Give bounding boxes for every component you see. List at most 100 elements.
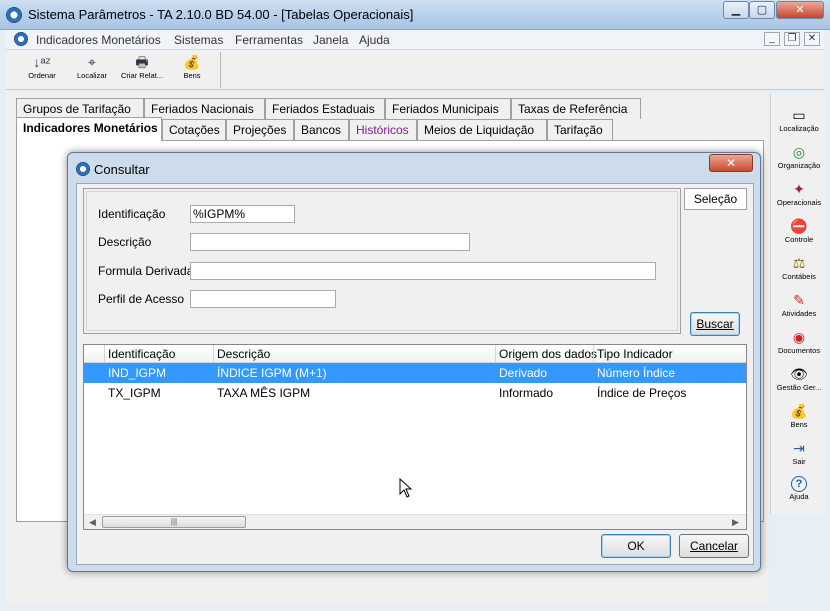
tab-cotacoes[interactable]: Cotações: [162, 119, 226, 140]
selection-panel: Identificação Descrição Formula Derivada…: [83, 188, 681, 334]
column-header-identificacao[interactable]: Identificação: [108, 347, 175, 361]
scrollbar-thumb[interactable]: |||: [102, 516, 246, 528]
table-row[interactable]: IND_IGPM ÍNDICE IGPM (M+1) Derivado Núme…: [84, 363, 746, 383]
side-organizacao-label: Organização: [777, 161, 821, 170]
dialog-client-area: Identificação Descrição Formula Derivada…: [76, 183, 754, 565]
side-ajuda-button[interactable]: ? Ajuda: [771, 476, 827, 510]
dialog-app-icon: [76, 162, 90, 176]
tab-meios-de-liquidacao[interactable]: Meios de Liquidação: [417, 119, 547, 140]
assets-button[interactable]: 💰 Bens: [170, 53, 214, 87]
grid-header: Identificação Descrição Origem dos dados…: [84, 345, 746, 363]
find-icon: ⌖: [88, 54, 96, 70]
window-title: Sistema Parâmetros - TA 2.10.0 BD 54.00 …: [28, 7, 414, 22]
ok-button[interactable]: OK: [601, 534, 671, 558]
tab-feriados-nacionais[interactable]: Feriados Nacionais: [144, 98, 265, 119]
create-report-label: Criar Relat...: [120, 71, 164, 80]
cell-origem: Derivado: [499, 366, 548, 380]
tab-feriados-estaduais[interactable]: Feriados Estaduais: [265, 98, 385, 119]
cancel-button[interactable]: Cancelar: [679, 534, 749, 558]
create-report-button[interactable]: 🖶 Criar Relat...: [120, 53, 164, 87]
activities-icon: ✎: [793, 292, 805, 308]
app-icon[interactable]: [6, 7, 22, 23]
side-organizacao-button[interactable]: ◎ Organização: [771, 143, 827, 177]
side-sair-label: Sair: [792, 457, 806, 466]
column-header-tipo-indicador[interactable]: Tipo Indicador: [597, 347, 673, 361]
control-icon: ⛔: [790, 218, 808, 234]
side-operacionais-label: Operacionais: [776, 198, 822, 207]
toolbar: ↓ᵃᶻ Ordenar ⌖ Localizar 🖶 Criar Relat...…: [6, 50, 824, 90]
formula-derivada-input[interactable]: [190, 262, 656, 280]
cancel-button-label: Cancelar: [689, 539, 739, 553]
side-atividades-button[interactable]: ✎ Atividades: [771, 291, 827, 325]
side-panel: ▭ Localização ◎ Organização ✦ Operaciona…: [770, 94, 826, 514]
side-documentos-button[interactable]: ◉ Documentos: [771, 328, 827, 362]
descricao-input[interactable]: [190, 233, 470, 251]
printer-icon: 🖶: [135, 54, 149, 70]
minimize-button[interactable]: ▁: [723, 1, 749, 19]
perfil-de-acesso-input[interactable]: [190, 290, 336, 308]
side-bens-button[interactable]: 💰 Bens: [771, 402, 827, 436]
side-controle-label: Controle: [784, 235, 814, 244]
menu-janela[interactable]: Janela: [313, 33, 348, 47]
management-icon: 👁: [790, 366, 808, 382]
location-icon: ▭: [792, 107, 806, 123]
tab-historicos[interactable]: Históricos: [349, 119, 417, 140]
results-grid: Identificação Descrição Origem dos dados…: [83, 344, 747, 530]
identificacao-input[interactable]: [190, 205, 295, 223]
side-operacionais-button[interactable]: ✦ Operacionais: [771, 180, 827, 214]
tab-taxas-de-referencia[interactable]: Taxas de Referência: [511, 98, 641, 119]
cell-tipo: Índice de Preços: [597, 386, 687, 400]
side-bens-label: Bens: [790, 420, 808, 429]
tab-indicadores-monetarios[interactable]: Indicadores Monetários: [16, 117, 162, 141]
find-button[interactable]: ⌖ Localizar: [70, 53, 114, 87]
side-contabeis-button[interactable]: ⚖ Contábeis: [771, 254, 827, 288]
organization-icon: ◎: [792, 144, 806, 160]
cell-descricao: ÍNDICE IGPM (M+1): [217, 366, 327, 380]
menu-bar: Indicadores Monetários Sistemas Ferramen…: [6, 30, 824, 50]
exit-icon: ⇥: [793, 440, 805, 456]
mdi-minimize-button[interactable]: _: [764, 32, 780, 46]
horizontal-scrollbar[interactable]: ◀ ||| ▶: [84, 514, 746, 529]
tab-tarifacao[interactable]: Tarifação: [547, 119, 613, 140]
side-localizacao-button[interactable]: ▭ Localização: [771, 106, 827, 140]
find-label: Localizar: [76, 71, 107, 80]
column-header-descricao[interactable]: Descrição: [217, 347, 270, 361]
tab-projecoes[interactable]: Projeções: [226, 119, 294, 140]
scroll-left-arrow-icon[interactable]: ◀: [89, 517, 96, 528]
search-button[interactable]: Buscar: [690, 312, 740, 336]
side-controle-button[interactable]: ⛔ Controle: [771, 217, 827, 251]
menu-sistemas[interactable]: Sistemas: [174, 33, 223, 47]
maximize-button[interactable]: ▢: [749, 1, 775, 19]
tab-grupos-de-tarifacao[interactable]: Grupos de Tarifação: [16, 98, 144, 119]
sort-button[interactable]: ↓ᵃᶻ Ordenar: [20, 53, 64, 87]
menu-ajuda[interactable]: Ajuda: [359, 33, 390, 47]
mdi-close-button[interactable]: ✕: [804, 32, 820, 46]
table-row[interactable]: TX_IGPM TAXA MÊS IGPM Informado Índice d…: [84, 383, 746, 403]
mdi-child-icon[interactable]: [14, 32, 28, 46]
side-documentos-label: Documentos: [777, 346, 821, 355]
side-sair-button[interactable]: ⇥ Sair: [771, 439, 827, 473]
column-header-origem-dos-dados[interactable]: Origem dos dados: [499, 347, 597, 361]
tab-feriados-municipais[interactable]: Feriados Municipais: [385, 98, 511, 119]
scroll-right-arrow-icon[interactable]: ▶: [732, 517, 739, 528]
tab-bancos[interactable]: Bancos: [294, 119, 349, 140]
side-atividades-label: Atividades: [781, 309, 817, 318]
close-button[interactable]: ✕: [776, 1, 824, 19]
sort-az-icon: ↓ᵃᶻ: [33, 54, 51, 70]
dialog-close-button[interactable]: ✕: [709, 154, 753, 172]
mdi-restore-button[interactable]: ❐: [784, 32, 800, 46]
tab-selecao[interactable]: Seleção: [684, 188, 747, 210]
side-contabeis-label: Contábeis: [782, 272, 816, 281]
scales-icon: ⚖: [792, 255, 806, 271]
operations-icon: ✦: [793, 181, 805, 197]
money-bag-icon: 💰: [790, 403, 808, 419]
dialog-title: Consultar: [94, 162, 150, 177]
identificacao-label: Identificação: [98, 207, 166, 221]
consultar-dialog: Consultar ✕ Identificação Descrição Form…: [67, 152, 761, 572]
side-gestao-button[interactable]: 👁 Gestão Ger...: [771, 365, 827, 399]
assets-label: Bens: [183, 71, 201, 80]
cell-identificacao: IND_IGPM: [108, 366, 167, 380]
menu-indicadores-monetarios[interactable]: Indicadores Monetários: [36, 33, 161, 47]
menu-ferramentas[interactable]: Ferramentas: [235, 33, 303, 47]
sort-label: Ordenar: [28, 71, 56, 80]
